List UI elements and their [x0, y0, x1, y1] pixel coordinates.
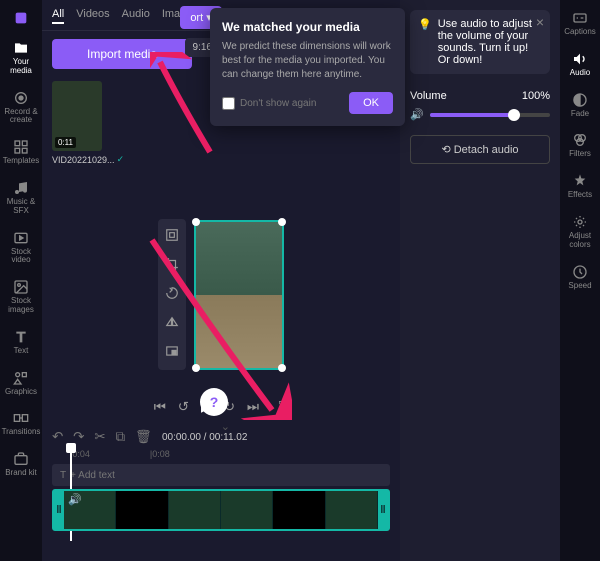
undo-icon[interactable]: ↶: [52, 429, 63, 445]
resize-handle-bl[interactable]: [192, 364, 200, 372]
skip-end-icon[interactable]: ⏭: [247, 398, 259, 415]
copy-icon[interactable]: ⧉: [116, 429, 126, 445]
rotate-tool-icon[interactable]: [162, 283, 182, 306]
logo[interactable]: [11, 4, 31, 32]
main-area: All Videos Audio Imag Import media 0:11 …: [42, 0, 400, 561]
clip-frames: 🔊: [64, 491, 378, 529]
resize-handle-tr[interactable]: [278, 218, 286, 226]
skip-start-icon[interactable]: ⏮: [154, 398, 166, 415]
split-icon[interactable]: ✂: [94, 429, 105, 445]
dont-show-input[interactable]: [222, 97, 235, 110]
add-text-label: + Add text: [70, 470, 115, 481]
thumbnail-image: 0:11: [52, 81, 102, 151]
tip-text: Use audio to adjust the volume of your s…: [438, 18, 542, 66]
ruler-tick: |0:08: [150, 449, 170, 459]
nav-graphics[interactable]: Graphics: [3, 364, 39, 403]
right-sidebar: Captions Audio Fade Filters Effects Adju…: [560, 0, 600, 561]
tab-videos[interactable]: Videos: [76, 6, 109, 24]
video-clip[interactable]: ‖ 🔊 ‖: [52, 489, 390, 531]
volume-value: 100%: [522, 90, 550, 102]
text-track[interactable]: T + Add text: [52, 464, 390, 486]
slider-thumb[interactable]: [508, 109, 520, 121]
panel-grip-icon[interactable]: ⌄: [221, 420, 230, 433]
nav-effects[interactable]: Effects: [566, 167, 594, 206]
popup-body: We predict these dimensions will work be…: [222, 40, 393, 82]
media-thumbnail[interactable]: 0:11 VID20221029...✓: [52, 81, 102, 165]
speaker-icon[interactable]: 🔊: [410, 108, 424, 121]
nav-audio[interactable]: Audio: [568, 45, 592, 84]
thumbnail-name: VID20221029...✓: [52, 154, 102, 165]
text-track-icon: T: [60, 470, 66, 481]
nav-fade[interactable]: Fade: [569, 86, 591, 125]
nav-templates[interactable]: Templates: [1, 133, 41, 172]
nav-record[interactable]: Record & create: [0, 84, 42, 132]
nav-stock-images[interactable]: Stock images: [0, 273, 42, 321]
resize-handle-tl[interactable]: [192, 218, 200, 226]
tab-audio[interactable]: Audio: [122, 6, 150, 24]
detach-audio-button[interactable]: ⟲ Detach audio: [410, 135, 550, 164]
time-display: 00:00.00 / 00:11.02: [162, 432, 247, 443]
nav-speed[interactable]: Speed: [566, 258, 593, 297]
clip-audio-icon: 🔊: [68, 493, 82, 506]
nav-filters[interactable]: Filters: [567, 126, 593, 165]
popup-title: We matched your media: [222, 20, 393, 34]
resize-handle-br[interactable]: [278, 364, 286, 372]
crop-tool-icon[interactable]: [162, 254, 182, 277]
nav-captions[interactable]: Captions: [562, 4, 598, 43]
flip-h-tool-icon[interactable]: [162, 312, 182, 335]
help-button[interactable]: ?: [200, 388, 228, 416]
delete-icon[interactable]: 🗑: [135, 429, 152, 445]
properties-panel: 💡 Use audio to adjust the volume of your…: [400, 0, 560, 561]
nav-your-media[interactable]: Your media: [0, 34, 42, 82]
step-back-icon[interactable]: ↺: [178, 398, 189, 415]
volume-slider[interactable]: [430, 113, 550, 117]
import-media-button[interactable]: Import media: [52, 39, 192, 69]
dimensions-popup: We matched your media We predict these d…: [210, 8, 405, 126]
nav-adjust-colors[interactable]: Adjust colors: [560, 208, 600, 256]
video-preview[interactable]: [194, 220, 284, 370]
volume-label: Volume: [410, 90, 447, 102]
nav-music[interactable]: Music & SFX: [0, 174, 42, 222]
fit-tool-icon[interactable]: [162, 225, 182, 248]
clip-handle-left[interactable]: ‖: [54, 491, 64, 529]
canvas-tools: [158, 219, 186, 370]
close-tip-icon[interactable]: ×: [536, 14, 544, 30]
timeline-ruler[interactable]: |0:04 |0:08: [52, 445, 390, 461]
canvas-area: [42, 199, 400, 390]
nav-stock-video[interactable]: Stock video: [0, 224, 42, 272]
thumbnail-duration: 0:11: [55, 137, 76, 148]
tab-all[interactable]: All: [52, 6, 64, 24]
nav-text[interactable]: Text: [11, 323, 31, 362]
clip-handle-right[interactable]: ‖: [378, 491, 388, 529]
timeline-area: ↶ ↷ ✂ ⧉ 🗑 00:00.00 / 00:11.02 |0:04 |0:0…: [42, 423, 400, 537]
pip-tool-icon[interactable]: [162, 341, 182, 364]
fullscreen-icon[interactable]: ⛶: [279, 398, 288, 415]
lightbulb-icon: 💡: [418, 18, 432, 31]
left-sidebar: Your media Record & create Templates Mus…: [0, 0, 42, 561]
nav-brand-kit[interactable]: Brand kit: [3, 445, 39, 484]
nav-transitions[interactable]: Transitions: [0, 404, 42, 443]
dont-show-checkbox[interactable]: Don't show again: [222, 97, 316, 110]
detach-icon: ⟲: [441, 144, 450, 156]
popup-ok-button[interactable]: OK: [349, 92, 393, 114]
audio-tip: 💡 Use audio to adjust the volume of your…: [410, 10, 550, 74]
